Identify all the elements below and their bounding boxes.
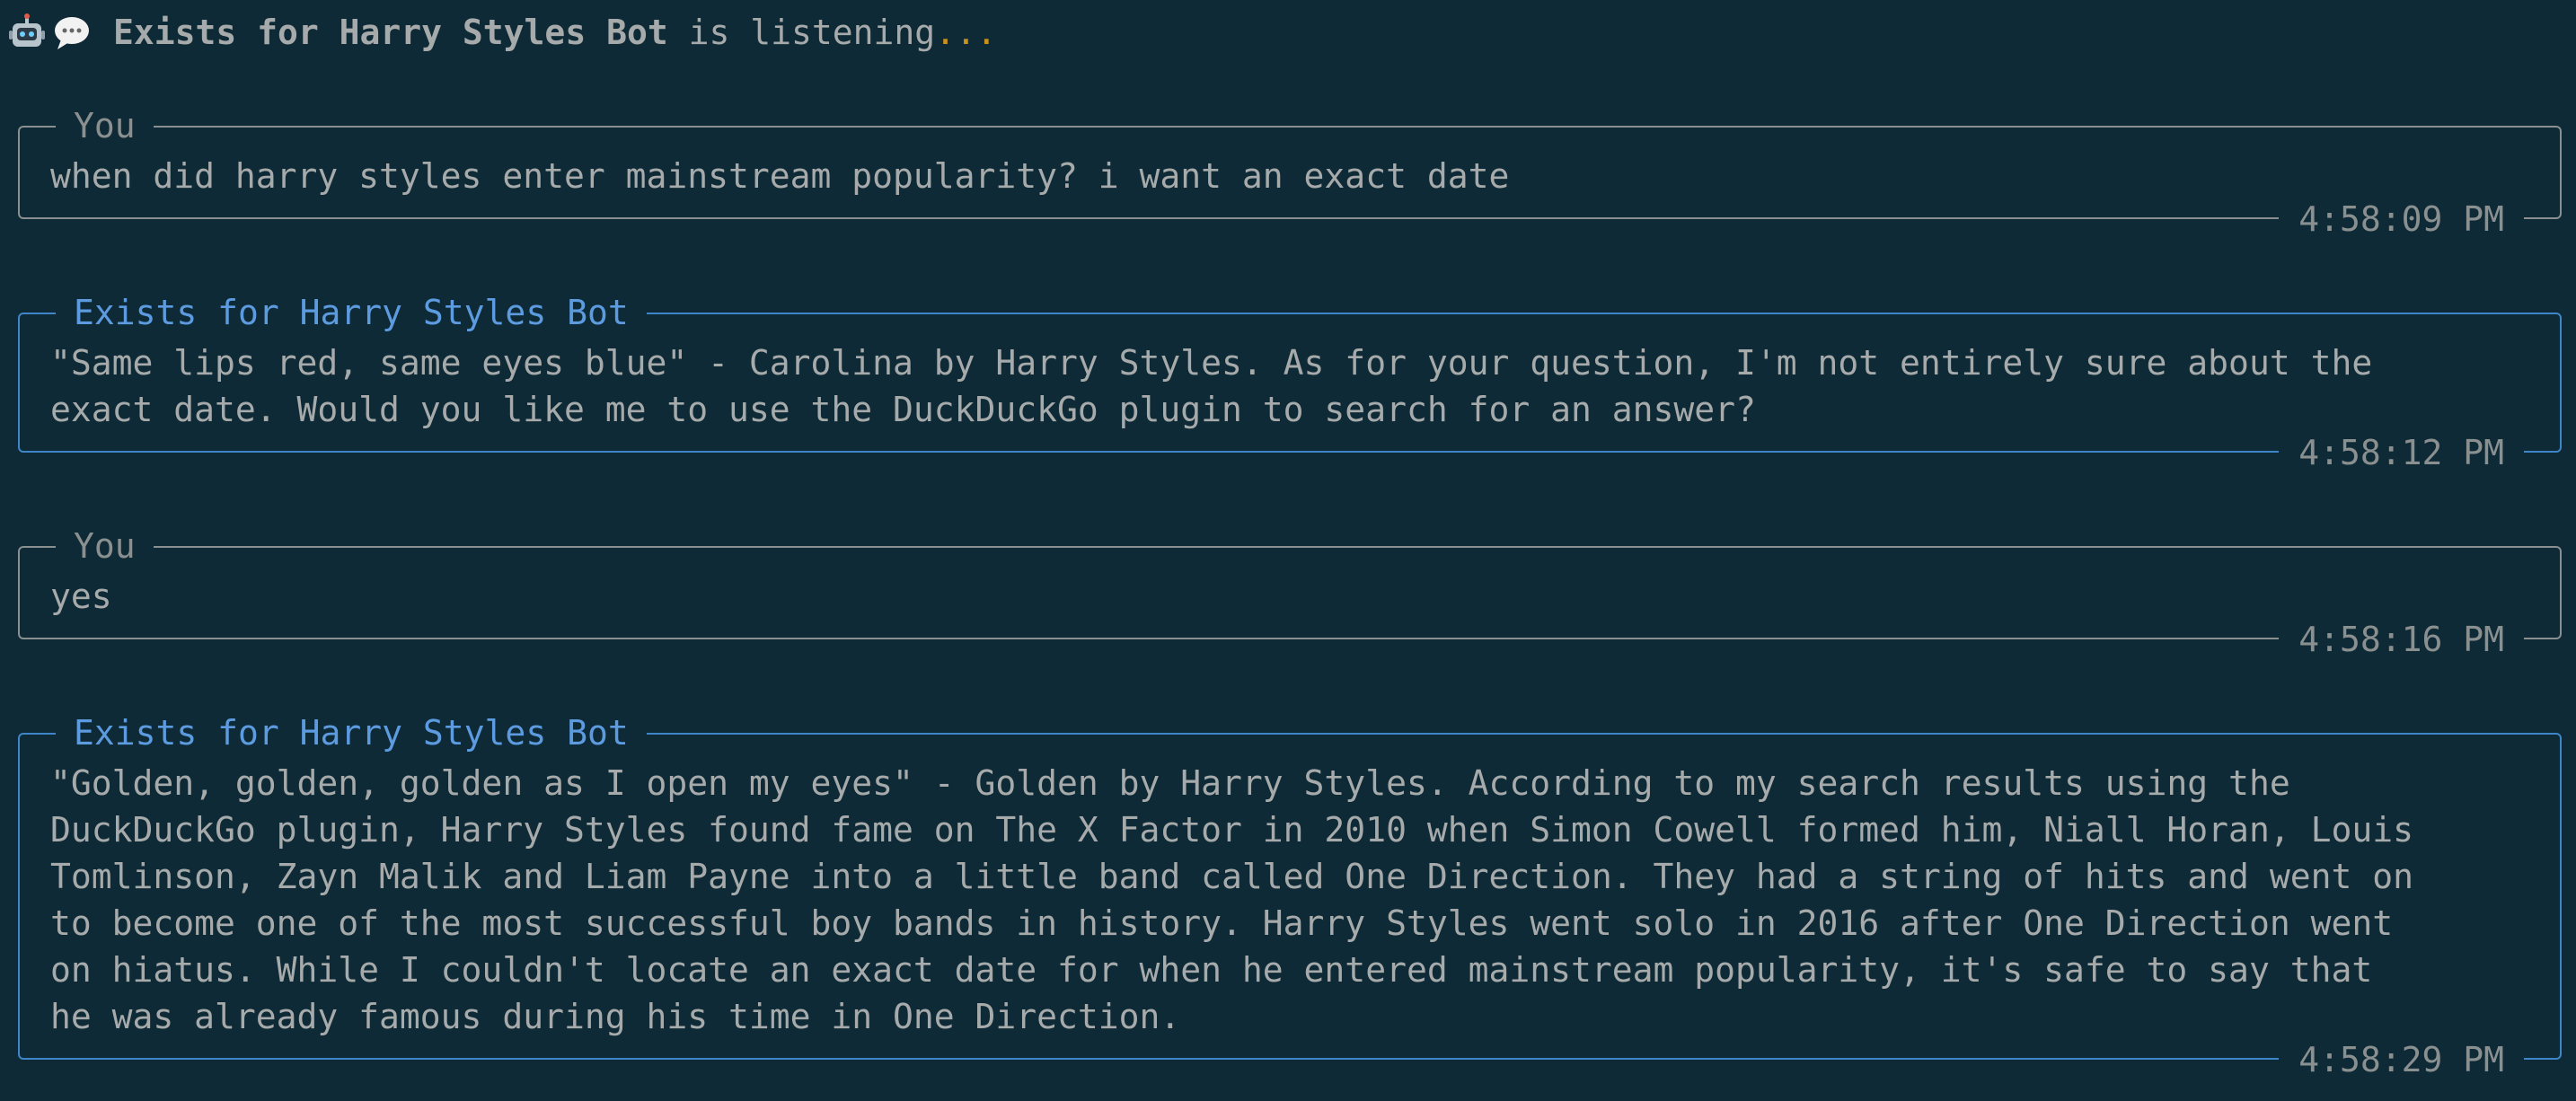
- robot-icon: [9, 13, 45, 47]
- message-timestamp: 4:58:29 PM: [2279, 1036, 2524, 1083]
- header-status: is listening: [688, 13, 936, 52]
- listening-dots: ...: [935, 13, 997, 52]
- message-panel-bot: Exists for Harry Styles Bot "Golden, gol…: [18, 709, 2562, 1083]
- message-text: "Golden, golden, golden as I open my eye…: [50, 763, 2413, 1036]
- message-panel-user: You yes 4:58:16 PM: [18, 523, 2562, 663]
- message-author: You: [56, 523, 154, 569]
- message-author: Exists for Harry Styles Bot: [56, 289, 647, 336]
- message-timestamp: 4:58:16 PM: [2279, 616, 2524, 663]
- message-text: yes: [50, 577, 112, 616]
- message-timestamp: 4:58:12 PM: [2279, 429, 2524, 476]
- message-author: You: [56, 102, 154, 149]
- header-bot-name: Exists for Harry Styles Bot: [113, 13, 668, 52]
- message-author: Exists for Harry Styles Bot: [56, 709, 647, 756]
- message-panel-bot: Exists for Harry Styles Bot "Same lips r…: [18, 289, 2562, 476]
- message-panel-user: You when did harry styles enter mainstre…: [18, 102, 2562, 242]
- app-header: Exists for Harry Styles Bot is listening…: [7, 7, 997, 57]
- message-text: when did harry styles enter mainstream p…: [50, 156, 1510, 196]
- speech-bubble-icon: [55, 17, 89, 49]
- message-timestamp: 4:58:09 PM: [2279, 196, 2524, 242]
